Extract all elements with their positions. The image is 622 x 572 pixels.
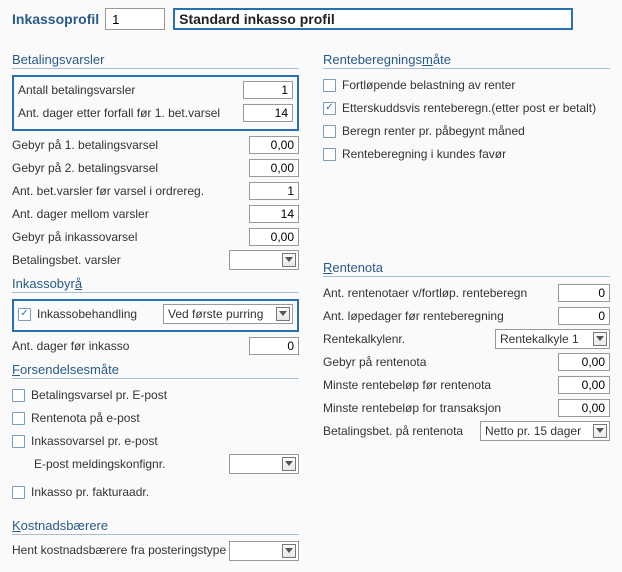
- highlight-box-varsler: Antall betalingsvarsler Ant. dager etter…: [12, 75, 299, 131]
- minste-belop-label: Minste rentebeløp før rentenota: [323, 378, 558, 392]
- inkassobehandling-select[interactable]: Ved første purring: [163, 304, 293, 324]
- left-column: Betalingsvarsler Antall betalingsvarsler…: [12, 46, 299, 564]
- ant-lopedager-input[interactable]: [558, 307, 610, 325]
- section-betalingsvarsler: Betalingsvarsler: [12, 52, 299, 69]
- pabegynt-checkbox[interactable]: [323, 125, 336, 138]
- ant-bet-ordrereg-input[interactable]: [249, 182, 299, 200]
- rentenota-epost-checkbox[interactable]: [12, 412, 25, 425]
- fortlopende-checkbox[interactable]: [323, 79, 336, 92]
- ant-mellom-input[interactable]: [249, 205, 299, 223]
- ant-rentenotaer-input[interactable]: [558, 284, 610, 302]
- header-label: Inkassoprofil: [12, 11, 99, 27]
- betalingsbet-rentenota-value: Netto pr. 15 dager: [485, 424, 581, 438]
- kundes-favor-checkbox[interactable]: [323, 148, 336, 161]
- hent-kostnad-select[interactable]: [229, 541, 299, 561]
- epost-config-label: E-post meldingskonfignr.: [34, 457, 229, 471]
- gebyr2-input[interactable]: [249, 159, 299, 177]
- chevron-down-icon: [276, 307, 290, 321]
- inkassobehandling-checkbox[interactable]: ✓: [18, 308, 31, 321]
- inkasso-fakturaadr-checkbox[interactable]: [12, 486, 25, 499]
- profile-name-input[interactable]: [173, 8, 573, 30]
- section-rentenota: Rentenota: [323, 260, 610, 277]
- minste-trans-label: Minste rentebeløp for transaksjon: [323, 401, 558, 415]
- section-kostnad: Kostnadsbærere: [12, 518, 299, 535]
- epost-config-select[interactable]: [229, 454, 299, 474]
- chevron-down-icon: [282, 253, 296, 267]
- gebyr1-label: Gebyr på 1. betalingsvarsel: [12, 138, 249, 152]
- inkasso-epost-checkbox[interactable]: [12, 435, 25, 448]
- chevron-down-icon: [282, 544, 296, 558]
- section-inkassobyra: Inkassobyrå: [12, 276, 299, 293]
- etterskudd-checkbox[interactable]: ✓: [323, 102, 336, 115]
- ant-bet-ordrereg-label: Ant. bet.varsler før varsel i ordrereg.: [12, 184, 249, 198]
- gebyr1-input[interactable]: [249, 136, 299, 154]
- inkasso-fakturaadr-label: Inkasso pr. fakturaadr.: [31, 485, 299, 499]
- inkasso-epost-label: Inkassovarsel pr. e-post: [31, 434, 299, 448]
- minste-belop-input[interactable]: [558, 376, 610, 394]
- etterskudd-label: Etterskuddsvis renteberegn.(etter post e…: [342, 101, 610, 115]
- bet-epost-label: Betalingsvarsel pr. E-post: [31, 388, 299, 402]
- betalingsbet-varsler-label: Betalingsbet. varsler: [12, 253, 229, 267]
- ant-rentenotaer-label: Ant. rentenotaer v/fortløp. renteberegn: [323, 286, 558, 300]
- minste-trans-input[interactable]: [558, 399, 610, 417]
- rentenota-epost-label: Rentenota på e-post: [31, 411, 299, 425]
- kundes-favor-label: Renteberegning i kundes favør: [342, 147, 610, 161]
- rentekalkylenr-select[interactable]: Rentekalkyle 1: [495, 329, 610, 349]
- betalingsbet-rentenota-label: Betalingsbet. på rentenota: [323, 424, 480, 438]
- highlight-box-inkasso: ✓ Inkassobehandling Ved første purring: [12, 299, 299, 332]
- right-column: Renteberegningsmåte Fortløpende belastni…: [323, 46, 610, 564]
- rentekalkylenr-value: Rentekalkyle 1: [500, 332, 579, 346]
- rentekalkylenr-label: Rentekalkylenr.: [323, 332, 495, 346]
- ant-lopedager-label: Ant. løpedager før renteberegning: [323, 309, 558, 323]
- chevron-down-icon: [593, 424, 607, 438]
- gebyr-inkasso-label: Gebyr på inkassovarsel: [12, 230, 249, 244]
- chevron-down-icon: [282, 457, 296, 471]
- section-forsendelse: Forsendelsesmåte: [12, 362, 299, 379]
- header-row: Inkassoprofil: [12, 8, 610, 30]
- ant-dager-inkasso-input[interactable]: [249, 337, 299, 355]
- ant-mellom-label: Ant. dager mellom varsler: [12, 207, 249, 221]
- section-renteberegn: Renteberegningsmåte: [323, 52, 610, 69]
- antall-betalingsvarsler-input[interactable]: [243, 81, 293, 99]
- betalingsbet-rentenota-select[interactable]: Netto pr. 15 dager: [480, 421, 610, 441]
- profile-number-input[interactable]: [105, 8, 165, 30]
- inkassobehandling-value: Ved første purring: [168, 307, 263, 321]
- ant-dager-inkasso-label: Ant. dager før inkasso: [12, 339, 249, 353]
- hent-kostnad-label: Hent kostnadsbærere fra posteringstype: [12, 544, 229, 558]
- pabegynt-label: Beregn renter pr. påbegynt måned: [342, 124, 610, 138]
- antall-betalingsvarsler-label: Antall betalingsvarsler: [18, 83, 243, 97]
- fortlopende-label: Fortløpende belastning av renter: [342, 78, 610, 92]
- bet-epost-checkbox[interactable]: [12, 389, 25, 402]
- gebyr-inkasso-input[interactable]: [249, 228, 299, 246]
- betalingsbet-varsler-select[interactable]: [229, 250, 299, 270]
- dager-forfall-label: Ant. dager etter forfall før 1. bet.vars…: [18, 106, 243, 120]
- dager-forfall-input[interactable]: [243, 104, 293, 122]
- chevron-down-icon: [593, 332, 607, 346]
- gebyr-rentenota-input[interactable]: [558, 353, 610, 371]
- gebyr2-label: Gebyr på 2. betalingsvarsel: [12, 161, 249, 175]
- gebyr-rentenota-label: Gebyr på rentenota: [323, 355, 558, 369]
- inkassobehandling-label: Inkassobehandling: [37, 307, 163, 321]
